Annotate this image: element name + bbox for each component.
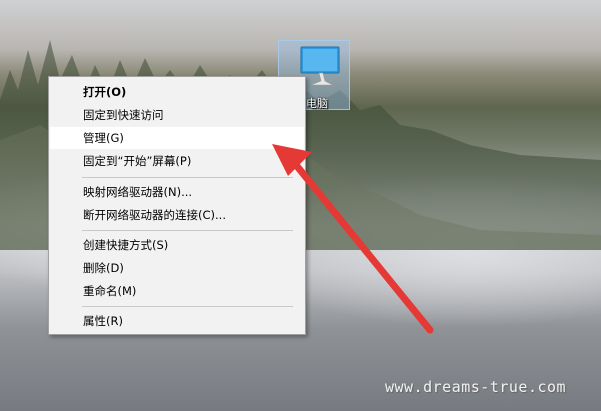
desktop-background[interactable]: 电脑 打开(O) 固定到快速访问 管理(G) 固定到“开始”屏幕(P) 映射网络… (0, 0, 601, 411)
watermark-text: www.dreams-true.com (385, 378, 567, 396)
red-arrow-icon (272, 144, 434, 334)
